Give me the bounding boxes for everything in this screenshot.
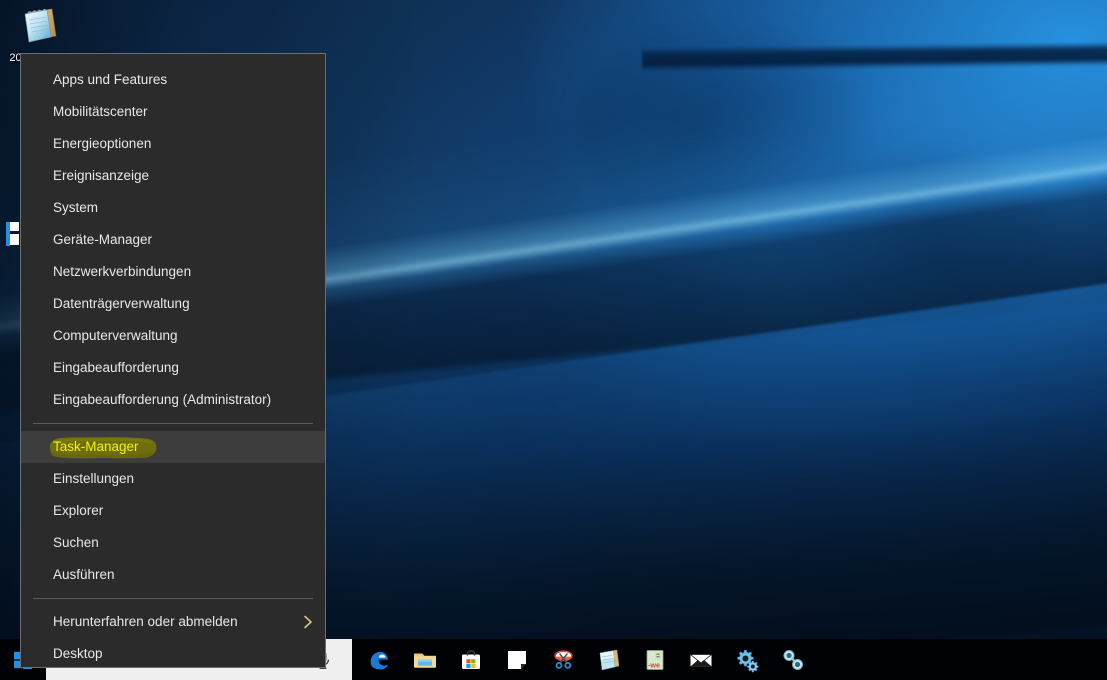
- gears-settings-icon: [737, 649, 759, 672]
- menu-item-task-manager[interactable]: Task-Manager: [21, 431, 325, 463]
- menu-item-geraete-manager[interactable]: Geräte-Manager: [21, 224, 325, 256]
- menu-group-session: Herunterfahren oder abmelden Desktop: [21, 606, 325, 670]
- taskbar-item-notepad[interactable]: [586, 639, 632, 680]
- menu-item-ereignisanzeige[interactable]: Ereignisanzeige: [21, 160, 325, 192]
- menu-item-label: Ausführen: [53, 567, 115, 582]
- menu-item-label: Energieoptionen: [53, 136, 152, 151]
- menu-item-eingabeaufforderung-administrator[interactable]: Eingabeaufforderung (Administrator): [21, 384, 325, 416]
- wordpad-icon: -we: [646, 649, 664, 670]
- blue-tile-icon: [6, 222, 19, 246]
- menu-item-herunterfahren-oder-abmelden[interactable]: Herunterfahren oder abmelden: [21, 606, 325, 638]
- menu-item-label: Mobilitätscenter: [53, 104, 148, 119]
- taskbar-item-snipping-tool[interactable]: [540, 639, 586, 680]
- menu-item-netzwerkverbindungen[interactable]: Netzwerkverbindungen: [21, 256, 325, 288]
- menu-item-eingabeaufforderung[interactable]: Eingabeaufforderung: [21, 352, 325, 384]
- win-x-power-user-menu[interactable]: Apps und Features Mobilitätscenter Energ…: [20, 53, 326, 668]
- menu-item-label: Suchen: [53, 535, 99, 550]
- menu-item-suchen[interactable]: Suchen: [21, 527, 325, 559]
- menu-item-label: Eingabeaufforderung: [53, 360, 179, 375]
- notepad-flipchart-icon: [16, 2, 64, 50]
- taskbar-item-sticky-notes[interactable]: [494, 639, 540, 680]
- notepad-flipchart-icon: [599, 649, 620, 670]
- menu-item-label: Ereignisanzeige: [53, 168, 150, 183]
- taskbar-item-explorer[interactable]: [402, 639, 448, 680]
- menu-item-mobilitaetscenter[interactable]: Mobilitätscenter: [21, 96, 325, 128]
- menu-item-label: Herunterfahren oder abmelden: [53, 614, 238, 629]
- menu-item-label: Eingabeaufforderung (Administrator): [53, 392, 272, 407]
- chevron-right-icon: [304, 615, 312, 629]
- taskbar-item-wordpad[interactable]: -we: [632, 639, 678, 680]
- microsoft-store-icon: [462, 649, 480, 669]
- menu-item-label: Einstellungen: [53, 471, 135, 486]
- file-explorer-icon: [414, 653, 436, 668]
- snipping-tool-scissors-icon: [554, 649, 573, 669]
- taskbar-item-settings[interactable]: [724, 639, 770, 680]
- menu-group-tasks: Task-Manager Einstellungen Explorer Such…: [21, 431, 325, 591]
- menu-item-ausfuehren[interactable]: Ausführen: [21, 559, 325, 591]
- menu-item-explorer[interactable]: Explorer: [21, 495, 325, 527]
- menu-item-label: Netzwerkverbindungen: [53, 264, 192, 279]
- menu-item-einstellungen[interactable]: Einstellungen: [21, 463, 325, 495]
- menu-item-label: Explorer: [53, 503, 104, 518]
- taskbar-item-store[interactable]: [448, 639, 494, 680]
- menu-item-label: Apps und Features: [53, 72, 168, 87]
- mail-envelope-icon: [689, 653, 713, 666]
- menu-item-label: System: [53, 200, 99, 215]
- menu-item-label: Task-Manager: [53, 439, 139, 454]
- menu-separator: [33, 598, 313, 599]
- sticky-notes-icon: [508, 650, 526, 669]
- menu-item-label: Geräte-Manager: [53, 232, 153, 247]
- svg-text:-we: -we: [648, 660, 660, 669]
- taskbar-item-mail[interactable]: [678, 639, 724, 680]
- menu-top-padding: [21, 54, 325, 64]
- menu-item-energieoptionen[interactable]: Energieoptionen: [21, 128, 325, 160]
- menu-item-datentraegerverwaltung[interactable]: Datenträgerverwaltung: [21, 288, 325, 320]
- menu-group-system-tools: Apps und Features Mobilitätscenter Energ…: [21, 64, 325, 416]
- menu-item-label: Desktop: [53, 646, 103, 661]
- taskbar-item-tool[interactable]: [770, 639, 816, 680]
- menu-item-label: Computerverwaltung: [53, 328, 178, 343]
- menu-separator: [33, 423, 313, 424]
- edge-icon: [370, 651, 389, 670]
- menu-item-computerverwaltung[interactable]: Computerverwaltung: [21, 320, 325, 352]
- desktop-screen: 2019_04_29 Da Apps und Features Mobilitä…: [0, 0, 1107, 680]
- menu-item-apps-und-features[interactable]: Apps und Features: [21, 64, 325, 96]
- menu-item-desktop[interactable]: Desktop: [21, 638, 325, 670]
- menu-item-label: Datenträgerverwaltung: [53, 296, 190, 311]
- binoculars-icon: [783, 649, 803, 670]
- taskbar-pinned-items: -we: [352, 639, 816, 680]
- menu-item-system[interactable]: System: [21, 192, 325, 224]
- taskbar-item-edge[interactable]: [356, 639, 402, 680]
